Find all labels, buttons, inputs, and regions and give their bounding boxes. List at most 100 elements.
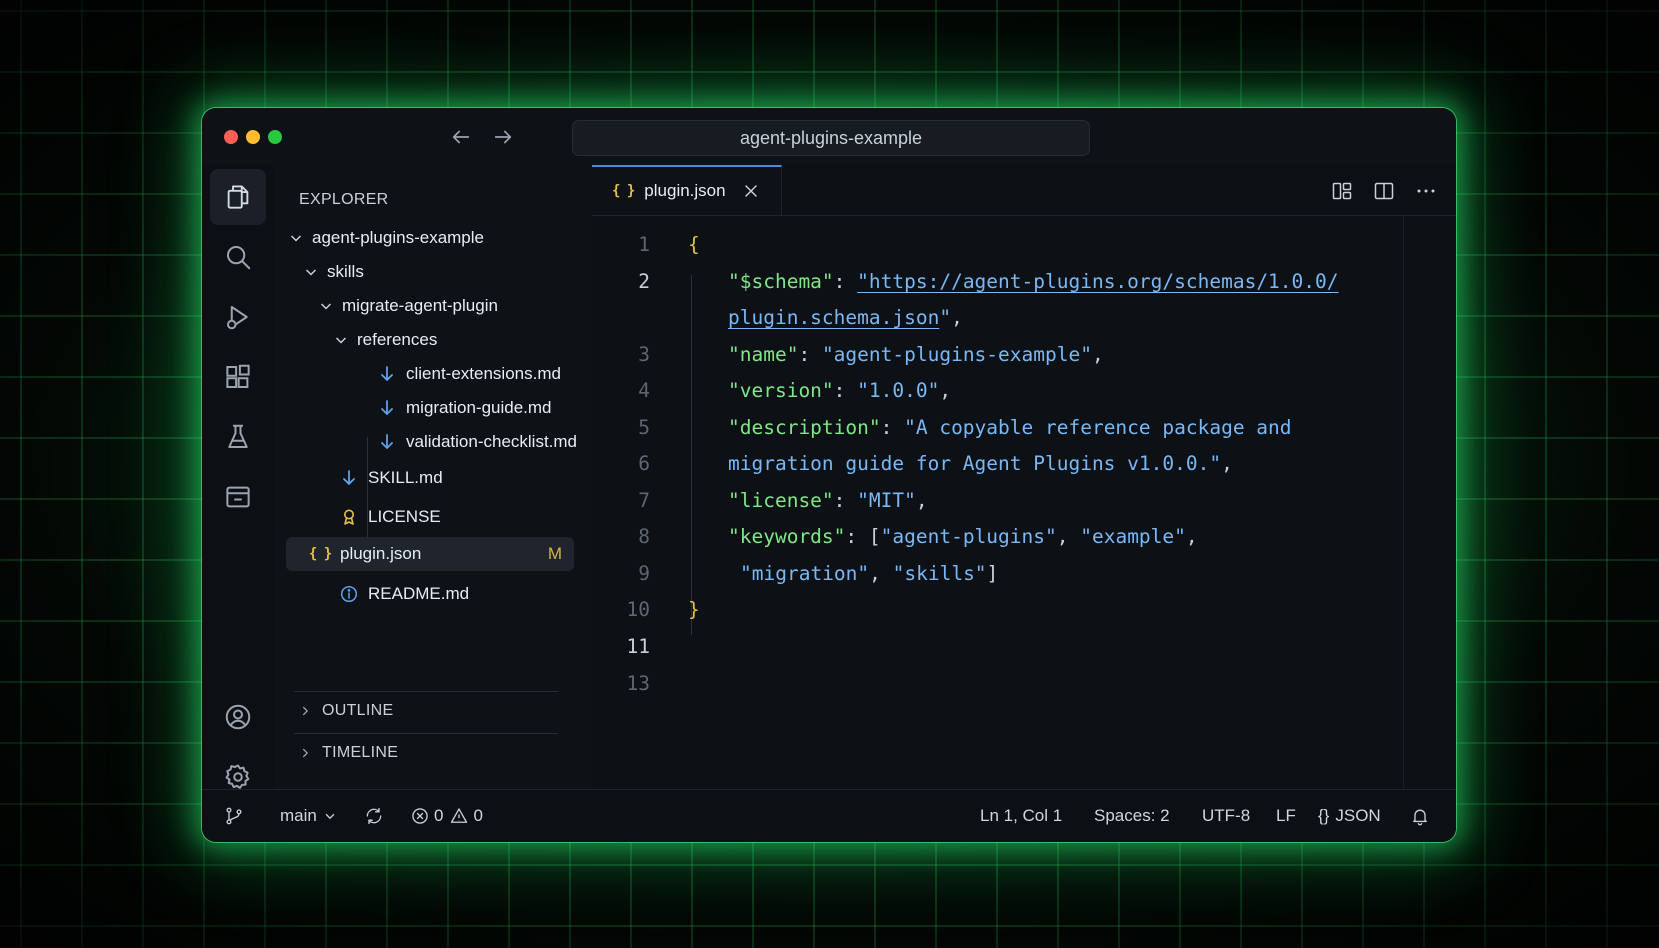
testing-icon[interactable]: [210, 409, 266, 465]
explorer-sidebar: EXPLORER agent-plugins-example skills mi…: [274, 165, 593, 790]
layout-icon[interactable]: [1330, 179, 1354, 203]
split-editor-icon[interactable]: [1372, 179, 1396, 203]
token-key: "name": [728, 343, 799, 366]
token-string: "agent-plugins-example": [821, 343, 1092, 366]
error-icon: [412, 808, 428, 824]
language-label: JSON: [1335, 806, 1381, 825]
token-string: "A copyable reference package and: [904, 416, 1292, 439]
code-editor[interactable]: 1 2 3 4 5 6 7 8 9 10 11 13 { "$schema": …: [592, 215, 1456, 790]
tree-item-label: migrate-agent-plugin: [342, 296, 498, 315]
code-line: }: [688, 598, 700, 621]
code-line: migration guide for Agent Plugins v1.0.0…: [728, 452, 1233, 475]
sync-icon[interactable]: [364, 790, 384, 842]
markdown-download-icon: [378, 433, 396, 451]
outline-section-header[interactable]: OUTLINE: [294, 691, 558, 730]
code-line: "name": "agent-plugins-example",: [728, 343, 1104, 366]
warning-icon: [451, 808, 468, 823]
minimap-edge: [1403, 215, 1404, 790]
code-line: "$schema": "https://agent-plugins.org/sc…: [728, 270, 1339, 293]
branch-picker[interactable]: main: [280, 790, 337, 842]
bell-icon[interactable]: [1410, 790, 1430, 842]
schema-url-link[interactable]: "https://agent-plugins.org/schemas/1.0.0…: [857, 270, 1338, 293]
token-string: migration guide for Agent Plugins v1.0.0…: [728, 452, 1222, 475]
extensions-icon[interactable]: [210, 349, 266, 405]
timeline-section-header[interactable]: TIMELINE: [294, 733, 558, 772]
tree-file-plugin-json[interactable]: { } plugin.json M: [286, 537, 574, 571]
tree-item-label: README.md: [368, 584, 470, 603]
line-number: 2: [638, 270, 650, 293]
back-arrow-icon[interactable]: [450, 126, 472, 148]
schema-url-link[interactable]: plugin.schema.json: [728, 306, 939, 329]
more-actions-icon[interactable]: [1414, 179, 1438, 203]
tree-folder-migrate-agent-plugin[interactable]: migrate-agent-plugin: [318, 289, 498, 323]
tab-plugin-json[interactable]: { } plugin.json: [592, 165, 782, 215]
tree-item-label: SKILL.md: [368, 468, 443, 487]
tree-item-label: skills: [327, 262, 364, 281]
json-braces-icon: {}: [1318, 806, 1330, 825]
token-key: "license": [728, 489, 834, 512]
language-mode[interactable]: {} JSON: [1318, 790, 1381, 842]
close-window-button[interactable]: [224, 130, 238, 144]
code-line: "migration", "skills"]: [740, 562, 999, 585]
line-number: 3: [638, 343, 650, 366]
encoding-setting[interactable]: UTF-8: [1202, 790, 1250, 842]
maximize-window-button[interactable]: [268, 130, 282, 144]
chevron-down-icon: [305, 269, 317, 276]
line-number: 1: [638, 233, 650, 256]
eol-setting[interactable]: LF: [1276, 790, 1296, 842]
code-line: "description": "A copyable reference pac…: [728, 416, 1292, 439]
branch-label: main: [280, 806, 317, 825]
tree-folder-references[interactable]: references: [333, 323, 437, 357]
tree-file-skill[interactable]: SKILL.md: [340, 461, 443, 495]
code-line: "version": "1.0.0",: [728, 379, 952, 402]
chevron-down-icon: [290, 235, 302, 242]
explorer-title: EXPLORER: [299, 191, 389, 208]
code-line: "license": "MIT",: [728, 489, 928, 512]
token-string: "MIT": [857, 489, 916, 512]
tree-file-validation-checklist[interactable]: validation-checklist.md: [378, 425, 577, 459]
token-string: "agent-plugins": [880, 525, 1057, 548]
tree-item-label: agent-plugins-example: [312, 228, 484, 247]
token-brace: {: [688, 233, 700, 256]
tree-folder-skills[interactable]: skills: [303, 255, 364, 289]
tree-file-migration-guide[interactable]: migration-guide.md: [378, 391, 552, 425]
tree-file-readme[interactable]: README.md: [340, 577, 469, 611]
run-debug-icon[interactable]: [210, 289, 266, 345]
tree-item-label: validation-checklist.md: [406, 432, 578, 451]
close-icon[interactable]: [744, 184, 758, 198]
json-braces-icon: { }: [308, 546, 332, 562]
git-modified-badge: M: [547, 544, 562, 563]
line-number: 5: [638, 416, 650, 439]
token-brace: }: [688, 598, 700, 621]
source-control-icon[interactable]: [224, 790, 244, 842]
editor-actions: [1330, 179, 1438, 203]
command-center-search[interactable]: agent-plugins-example: [572, 120, 1090, 156]
forward-arrow-icon[interactable]: [492, 126, 514, 148]
title-bar: agent-plugins-example: [202, 108, 1456, 166]
account-icon[interactable]: [210, 689, 266, 745]
cursor-position[interactable]: Ln 1, Col 1: [980, 790, 1062, 842]
code-line: {: [688, 233, 700, 256]
tree-file-client-extensions[interactable]: client-extensions.md: [378, 357, 561, 391]
remote-explorer-icon[interactable]: [210, 469, 266, 525]
search-icon[interactable]: [210, 229, 266, 285]
indentation-setting[interactable]: Spaces: 2: [1094, 790, 1170, 842]
tree-file-license[interactable]: LICENSE: [340, 500, 441, 534]
minimize-window-button[interactable]: [246, 130, 260, 144]
tree-item-label: client-extensions.md: [406, 364, 561, 383]
files-icon[interactable]: [210, 169, 266, 225]
timeline-label: TIMELINE: [322, 744, 399, 761]
tab-bar: { } plugin.json: [592, 165, 1456, 216]
license-icon: [340, 508, 358, 526]
chevron-down-icon: [320, 303, 332, 310]
outline-label: OUTLINE: [322, 702, 394, 719]
chevron-right-icon: [302, 748, 309, 758]
chevron-down-icon: [335, 337, 347, 344]
markdown-download-icon: [340, 469, 358, 487]
tree-item-label: LICENSE: [368, 507, 441, 526]
editor-window: agent-plugins-example EXPLORER agent-plu…: [202, 108, 1456, 842]
problems-indicator[interactable]: 0 0: [410, 790, 483, 842]
tree-folder-agent-plugins-example[interactable]: agent-plugins-example: [288, 221, 484, 255]
token-string: "skills": [892, 562, 987, 585]
error-count: 0: [434, 806, 444, 825]
